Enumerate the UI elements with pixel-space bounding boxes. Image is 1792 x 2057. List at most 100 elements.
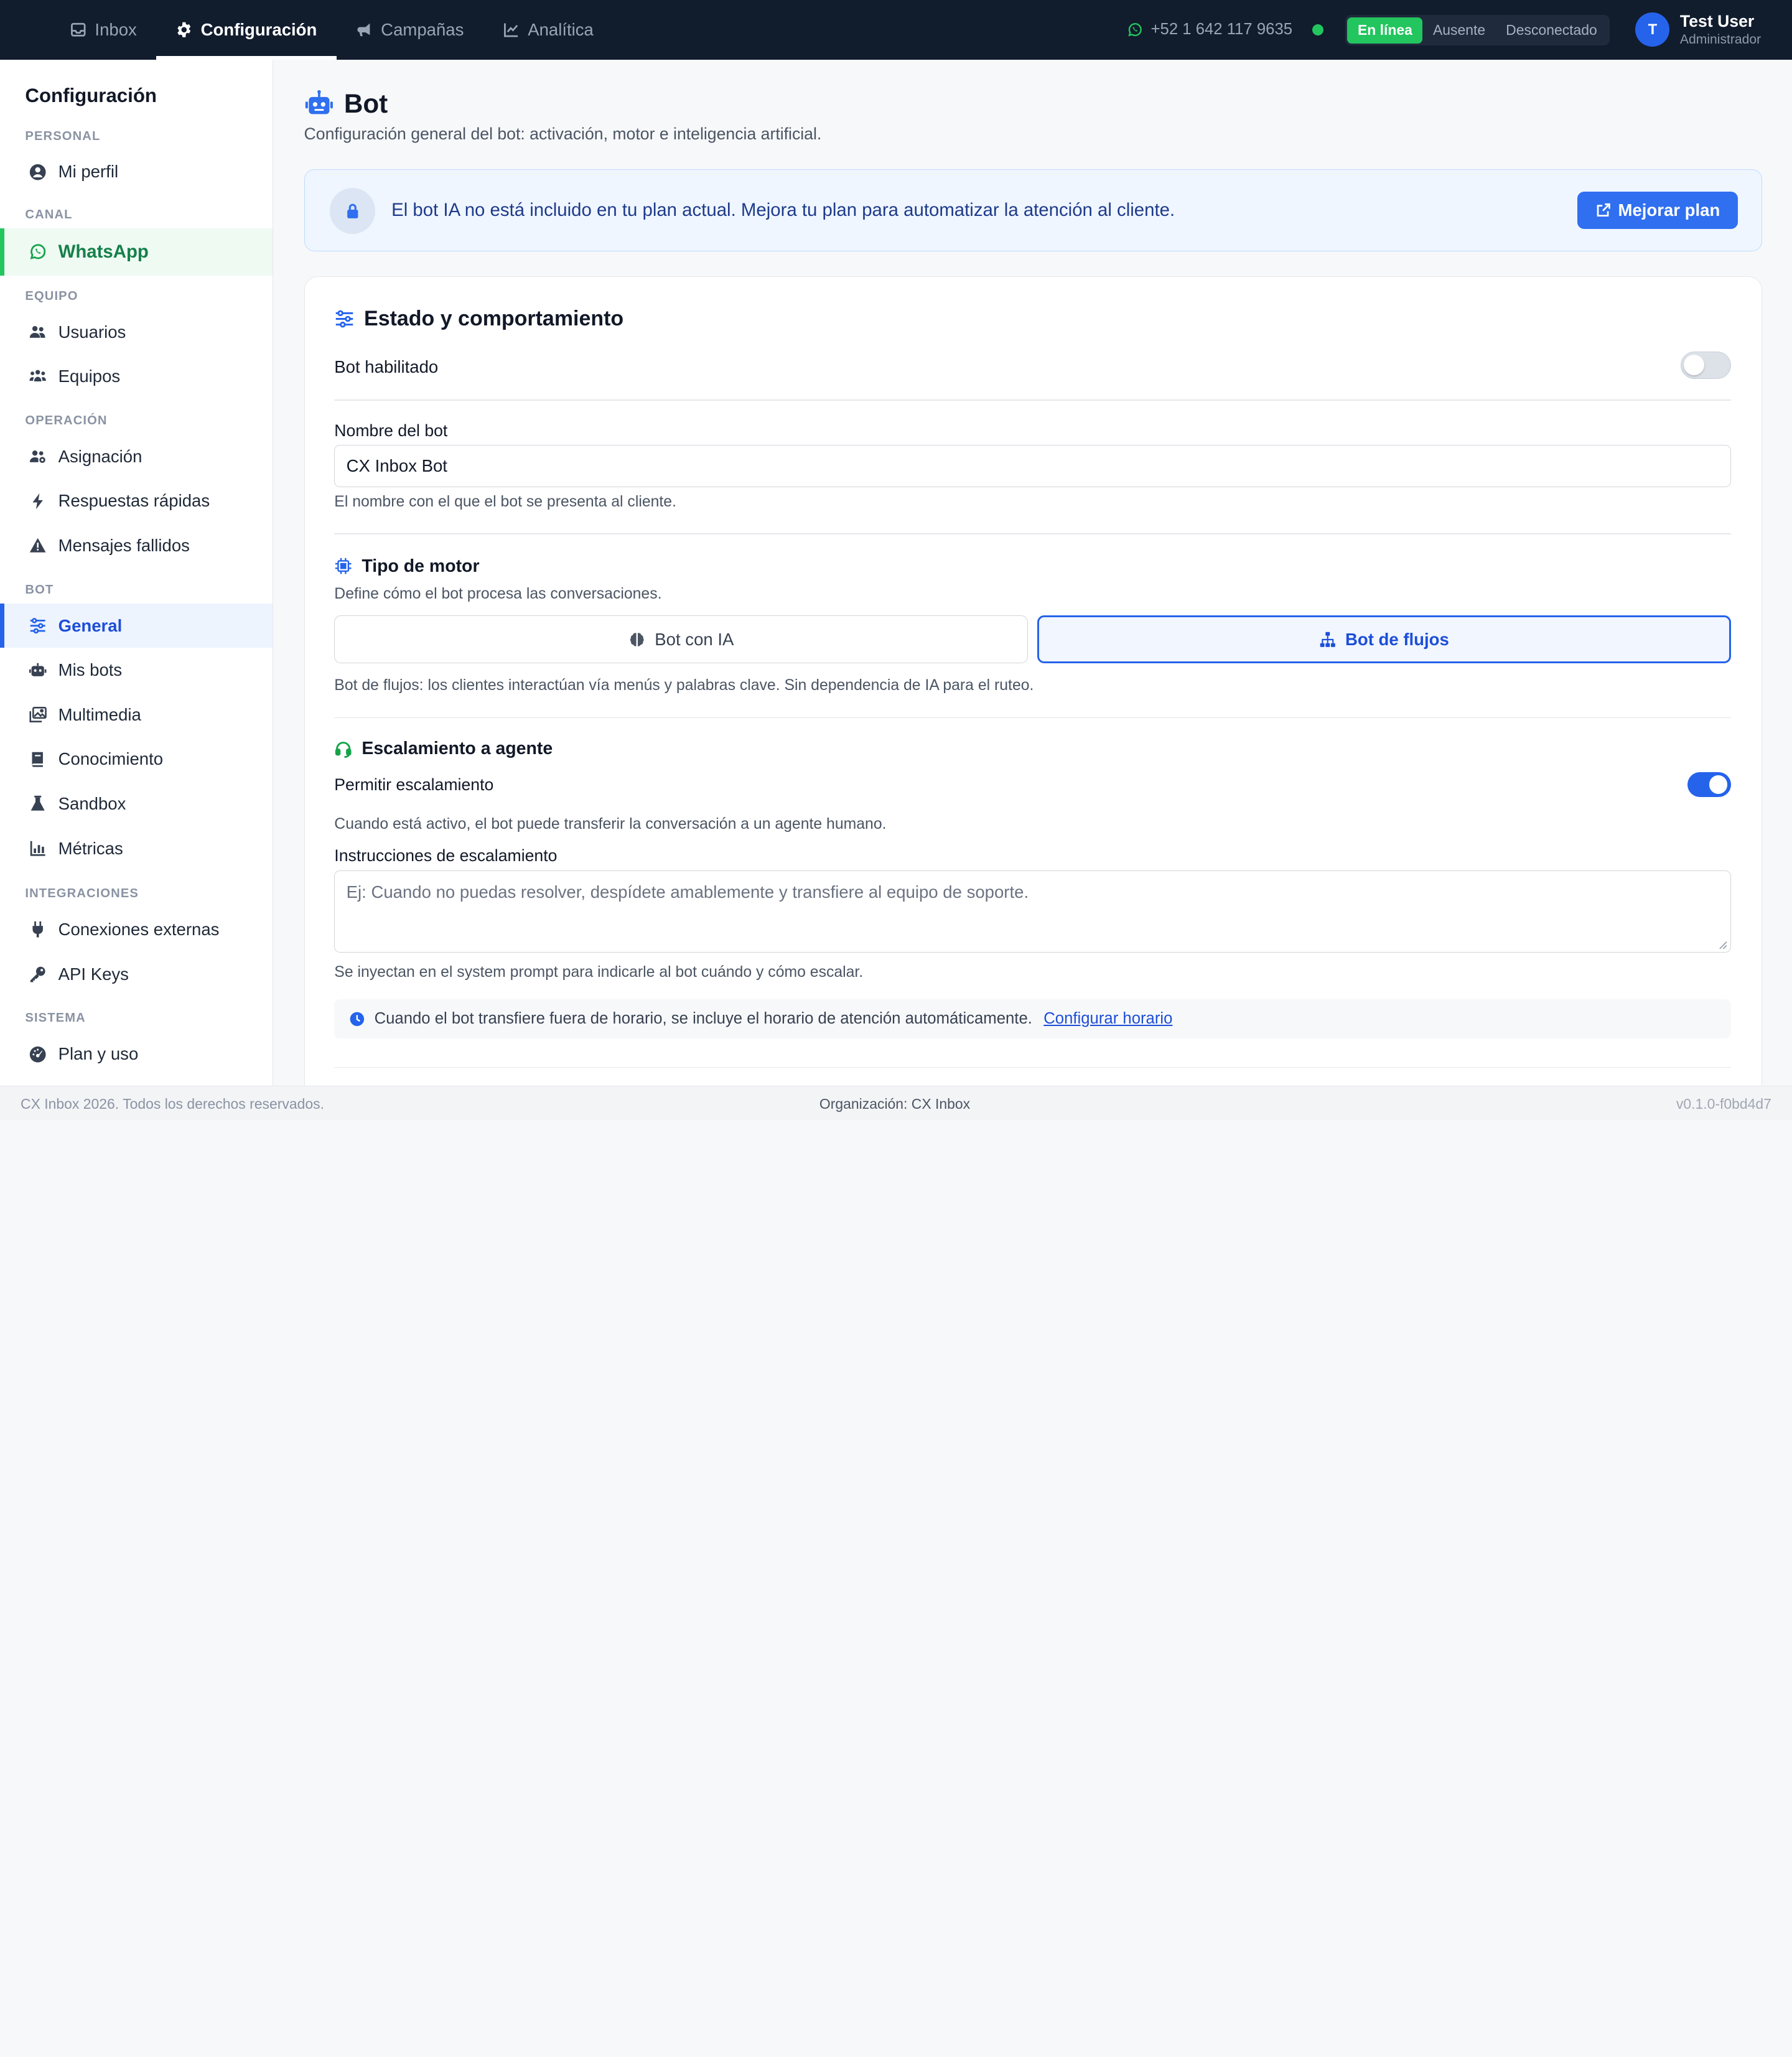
tab-inbox[interactable]: Inbox: [50, 0, 156, 60]
sidebar-item-label: API Keys: [58, 964, 129, 984]
tab-campanas[interactable]: Campañas: [337, 0, 483, 60]
sidebar-section-label: CANAL: [25, 208, 73, 222]
toggle-knob: [1683, 354, 1704, 375]
tab-configuracion[interactable]: Configuración: [156, 0, 337, 60]
sidebar-item-usuarios[interactable]: Usuarios: [0, 310, 273, 355]
allow-escalation-label: Permitir escalamiento: [334, 775, 494, 795]
whatsapp-icon: [1128, 22, 1142, 37]
bot-name-help: El nombre con el que el bot se presenta …: [334, 493, 676, 510]
sidebar-item-mis-bots[interactable]: Mis bots: [0, 648, 273, 693]
flask-icon: [30, 796, 45, 811]
sidebar-group-operacion: OPERACIÓN Asignación Respuestas rápidas …: [0, 414, 273, 568]
sidebar-section-label: BOT: [25, 582, 54, 597]
textarea-placeholder: Ej: Cuando no puedas resolver, despídete…: [346, 882, 1029, 902]
sidebar-item-respuestas-rapidas[interactable]: Respuestas rápidas: [0, 479, 273, 524]
bot-name-label: Nombre del bot: [334, 421, 448, 440]
user-circle-icon: [29, 164, 46, 180]
presence-status-group: En línea Ausente Desconectado: [1345, 14, 1610, 46]
sidebar-item-sandbox[interactable]: Sandbox: [0, 781, 273, 826]
allow-escalation-help: Cuando está activo, el bot puede transfe…: [334, 815, 887, 833]
sidebar-item-api-keys[interactable]: API Keys: [0, 952, 273, 997]
escalation-instructions-textarea[interactable]: Ej: Cuando no puedas resolver, despídete…: [334, 870, 1731, 953]
page-subtitle: Configuración general del bot: activació…: [304, 124, 822, 144]
engine-option-flow-label: Bot de flujos: [1345, 629, 1449, 649]
footer-version: v0.1.0-f0bd4d7: [1676, 1095, 1771, 1112]
plug-icon: [32, 921, 43, 938]
sidebar-section-label: OPERACIÓN: [25, 413, 108, 427]
lock-icon: [347, 203, 358, 218]
status-offline-button[interactable]: Desconectado: [1496, 17, 1608, 44]
card-header: Estado y comportamiento: [334, 307, 623, 331]
sidebar-group-equipo: EQUIPO Usuarios Equipos: [0, 289, 273, 399]
sidebar-item-asignacion[interactable]: Asignación: [0, 434, 273, 479]
robot-icon: [29, 663, 47, 676]
sidebar-item-label: Conexiones externas: [58, 920, 220, 940]
divider: [334, 533, 1731, 534]
sidebar-item-label: Métricas: [58, 838, 123, 858]
banner-message: El bot IA no está incluido en tu plan ac…: [391, 199, 1175, 220]
divider: [334, 1066, 1731, 1068]
footer-copyright: CX Inbox 2026. Todos los derechos reserv…: [21, 1095, 324, 1112]
sidebar-item-conocimiento[interactable]: Conocimiento: [0, 737, 273, 782]
external-link-icon: [1597, 203, 1610, 217]
sidebar-item-label: Asignación: [58, 446, 142, 466]
warning-triangle-icon: [29, 538, 46, 553]
sidebar-item-mensajes-fallidos[interactable]: Mensajes fallidos: [0, 523, 273, 568]
page-title: Bot: [343, 89, 388, 119]
configure-schedule-link[interactable]: Configurar horario: [1043, 1010, 1172, 1028]
resize-grip-icon[interactable]: [1719, 941, 1728, 950]
sidebar-item-label: Respuestas rápidas: [58, 491, 210, 511]
sidebar-section-label: EQUIPO: [25, 289, 78, 303]
schedule-note: Cuando el bot transfiere fuera de horari…: [334, 999, 1731, 1038]
engine-section-title: Tipo de motor: [362, 556, 480, 576]
gauge-icon: [29, 1046, 46, 1063]
sidebar-item-label: WhatsApp: [58, 241, 149, 262]
user-menu[interactable]: T Test User Administrador: [1635, 0, 1761, 60]
sidebar-item-plan-y-uso[interactable]: Plan y uso: [0, 1032, 273, 1077]
sidebar-item-general[interactable]: General: [0, 603, 273, 648]
engine-option-flow[interactable]: Bot de flujos: [1037, 615, 1731, 664]
tab-inbox-label: Inbox: [95, 19, 137, 39]
robot-icon: [305, 90, 333, 114]
escalation-instructions-help: Se inyectan en el system prompt para ind…: [334, 964, 864, 981]
whatsapp-icon: [30, 244, 46, 259]
brain-icon: [630, 633, 644, 646]
sidebar-item-mi-perfil[interactable]: Mi perfil: [0, 150, 273, 195]
users-cog-icon: [29, 450, 45, 464]
sidebar-item-label: Mi perfil: [58, 162, 119, 182]
whatsapp-phone: +52 1 642 117 9635: [1127, 0, 1292, 60]
sidebar-item-metricas[interactable]: Métricas: [0, 826, 273, 871]
user-info: Test User Administrador: [1680, 12, 1761, 47]
key-icon: [30, 966, 45, 982]
main-nav: Inbox Configuración Campañas Analítica: [50, 0, 613, 60]
status-away-button[interactable]: Ausente: [1422, 17, 1495, 44]
sidebar-item-whatsapp[interactable]: WhatsApp: [0, 228, 273, 276]
sidebar-item-equipos[interactable]: Equipos: [0, 354, 273, 399]
app-root: Inbox Configuración Campañas Analítica +…: [0, 0, 1792, 1120]
status-online-button[interactable]: En línea: [1347, 17, 1423, 44]
plan-upgrade-banner: El bot IA no está incluido en tu plan ac…: [304, 169, 1763, 252]
tab-analitica[interactable]: Analítica: [483, 0, 613, 60]
sidebar-group-personal: PERSONAL Mi perfil: [0, 129, 273, 195]
user-name: Test User: [1679, 12, 1755, 31]
engine-option-ia[interactable]: Bot con IA: [334, 615, 1029, 664]
sidebar-title: Configuración: [25, 84, 157, 106]
upgrade-plan-button[interactable]: Mejorar plan: [1577, 191, 1738, 230]
allow-escalation-toggle[interactable]: [1687, 772, 1731, 798]
engine-section-header: Tipo de motor: [334, 556, 480, 577]
sidebar-item-multimedia[interactable]: Multimedia: [0, 693, 273, 737]
sidebar-item-label: Sandbox: [58, 794, 126, 814]
sitemap-icon: [1320, 632, 1335, 647]
engine-help: Define cómo el bot procesa las conversac…: [334, 585, 662, 603]
tab-analitica-label: Analítica: [528, 19, 594, 39]
images-icon: [29, 707, 47, 723]
people-group-icon: [29, 370, 46, 382]
sidebar-item-conexiones-externas[interactable]: Conexiones externas: [0, 907, 273, 952]
sidebar-group-bot: BOT General Mis bots Multimedia Conocimi…: [0, 583, 273, 871]
inbox-icon: [71, 22, 86, 37]
divider: [334, 717, 1731, 719]
bot-enabled-toggle[interactable]: [1680, 351, 1731, 379]
bot-name-input[interactable]: CX Inbox Bot: [334, 445, 1731, 488]
sidebar-item-label: Mis bots: [58, 660, 123, 680]
footer: CX Inbox 2026. Todos los derechos reserv…: [0, 1085, 1792, 1120]
